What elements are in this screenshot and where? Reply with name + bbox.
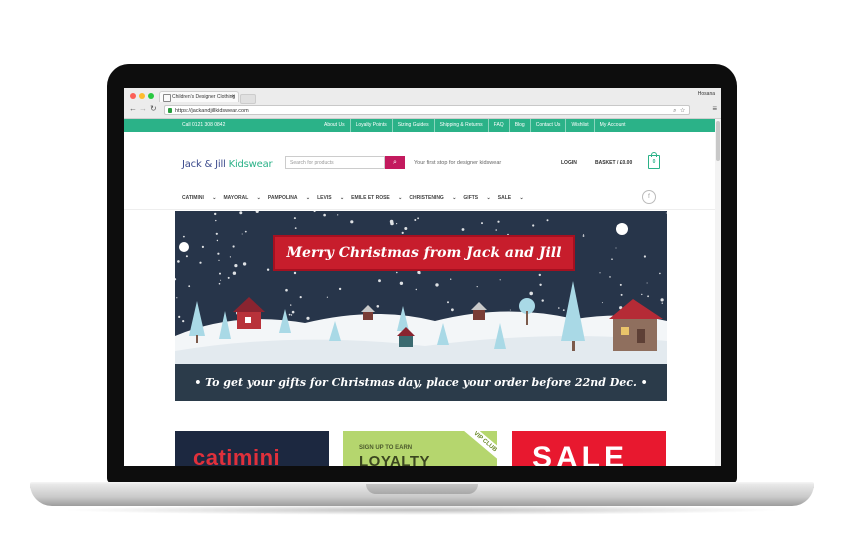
top-link-wishlist[interactable]: Wishlist bbox=[565, 119, 593, 132]
login-link[interactable]: LOGIN bbox=[561, 160, 577, 166]
nav-item-mayoral[interactable]: MAYORAL ⌄ bbox=[223, 195, 260, 201]
top-link-shipping[interactable]: Shipping & Returns bbox=[433, 119, 488, 132]
top-link-blog[interactable]: Blog bbox=[508, 119, 530, 132]
nav-item-gifts[interactable]: GIFTS ⌄ bbox=[463, 195, 490, 201]
page-favicon-icon bbox=[163, 94, 171, 102]
new-tab-button[interactable] bbox=[240, 94, 256, 104]
promo-catimini[interactable]: catimini bbox=[175, 431, 329, 466]
banner-notice: • To get your gifts for Christmas day, p… bbox=[175, 364, 667, 401]
logo-accent: Kidswear bbox=[228, 159, 273, 170]
tab-title: Children's Designer Clothing bbox=[172, 94, 236, 100]
search-input[interactable]: Search for products bbox=[285, 156, 385, 169]
site-logo[interactable]: Jack & Jill Kidswear bbox=[182, 159, 273, 170]
top-links: About Us Loyalty Points Sizing Guides Sh… bbox=[319, 119, 631, 132]
nav-item-emile-et-rose[interactable]: EMILE ET ROSE ⌄ bbox=[351, 195, 402, 201]
lock-icon bbox=[168, 108, 172, 113]
top-link-faq[interactable]: FAQ bbox=[487, 119, 509, 132]
banner-title: Merry Christmas from Jack and Jill bbox=[273, 235, 575, 271]
reload-icon[interactable]: ↻ bbox=[150, 104, 157, 114]
tab-close-icon[interactable]: × bbox=[231, 92, 235, 103]
top-link-sizing[interactable]: Sizing Guides bbox=[391, 119, 434, 132]
nav-divider bbox=[124, 209, 715, 210]
zoom-star-icons[interactable]: ⌕ ☆ bbox=[673, 106, 686, 116]
url-text: https://jackandjillkidswear.com bbox=[175, 108, 249, 114]
basket-bag-icon[interactable]: 0 bbox=[648, 152, 660, 169]
category-nav: CATIMINI ⌄ MAYORAL ⌄ PAMPOLINA ⌄ LEVIS ⌄… bbox=[182, 195, 531, 201]
basket-link[interactable]: BASKET / £0.00 bbox=[595, 160, 632, 166]
maximize-window-dot[interactable] bbox=[148, 93, 154, 99]
facebook-icon[interactable]: f bbox=[642, 190, 656, 204]
browser-tab[interactable]: Children's Designer Clothing × bbox=[159, 91, 239, 102]
laptop-notch bbox=[366, 484, 478, 494]
sale-title: SALE bbox=[532, 441, 629, 466]
laptop-shadow bbox=[60, 505, 784, 515]
forward-arrow-icon[interactable]: → bbox=[139, 104, 147, 114]
loyalty-subtitle: SIGN UP TO EARN bbox=[359, 445, 413, 451]
promo-loyalty[interactable]: SIGN UP TO EARN LOYALTY VIP CLUB bbox=[343, 431, 497, 466]
close-window-dot[interactable] bbox=[130, 93, 136, 99]
nav-item-sale[interactable]: SALE ⌄ bbox=[498, 195, 524, 201]
top-link-loyalty[interactable]: Loyalty Points bbox=[349, 119, 392, 132]
browser-chrome: Children's Designer Clothing × Hosana ← … bbox=[124, 88, 721, 119]
nav-item-levis[interactable]: LEVIS ⌄ bbox=[317, 195, 344, 201]
laptop-screen: Children's Designer Clothing × Hosana ← … bbox=[124, 88, 721, 466]
nav-item-catimini[interactable]: CATIMINI ⌄ bbox=[182, 195, 216, 201]
top-link-about[interactable]: About Us bbox=[319, 119, 350, 132]
top-bar: Call 0121 308 0842 About Us Loyalty Poin… bbox=[124, 119, 715, 132]
nav-item-christening[interactable]: CHRISTENING ⌄ bbox=[409, 195, 456, 201]
promo-sale[interactable]: SALE bbox=[512, 431, 666, 466]
loyalty-title: LOYALTY bbox=[359, 453, 431, 466]
vip-club-ribbon: VIP CLUB bbox=[458, 431, 497, 466]
profile-name[interactable]: Hosana bbox=[698, 91, 715, 97]
back-arrow-icon[interactable]: ← bbox=[129, 104, 137, 114]
search-button[interactable]: ⌕ bbox=[385, 156, 405, 169]
browser-menu-icon[interactable]: ≡ bbox=[712, 104, 717, 113]
christmas-banner[interactable]: Merry Christmas from Jack and Jill • To … bbox=[175, 211, 667, 401]
search-icon: ⌕ bbox=[393, 159, 397, 166]
nav-item-pampolina[interactable]: PAMPOLINA ⌄ bbox=[268, 195, 310, 201]
address-bar[interactable]: https://jackandjillkidswear.com ⌕ ☆ bbox=[164, 105, 690, 115]
logo-main: Jack & Jill bbox=[182, 159, 229, 170]
catimini-logo: catimini bbox=[193, 445, 281, 466]
top-link-account[interactable]: My Account bbox=[593, 119, 631, 132]
scrollbar-thumb[interactable] bbox=[716, 121, 720, 161]
page-scrollbar[interactable] bbox=[715, 119, 721, 466]
phone-number[interactable]: Call 0121 308 0842 bbox=[182, 119, 225, 132]
top-link-contact[interactable]: Contact Us bbox=[529, 119, 566, 132]
tagline: Your first stop for designer kidswear bbox=[414, 160, 502, 166]
minimize-window-dot[interactable] bbox=[139, 93, 145, 99]
web-page: Call 0121 308 0842 About Us Loyalty Poin… bbox=[124, 119, 721, 466]
